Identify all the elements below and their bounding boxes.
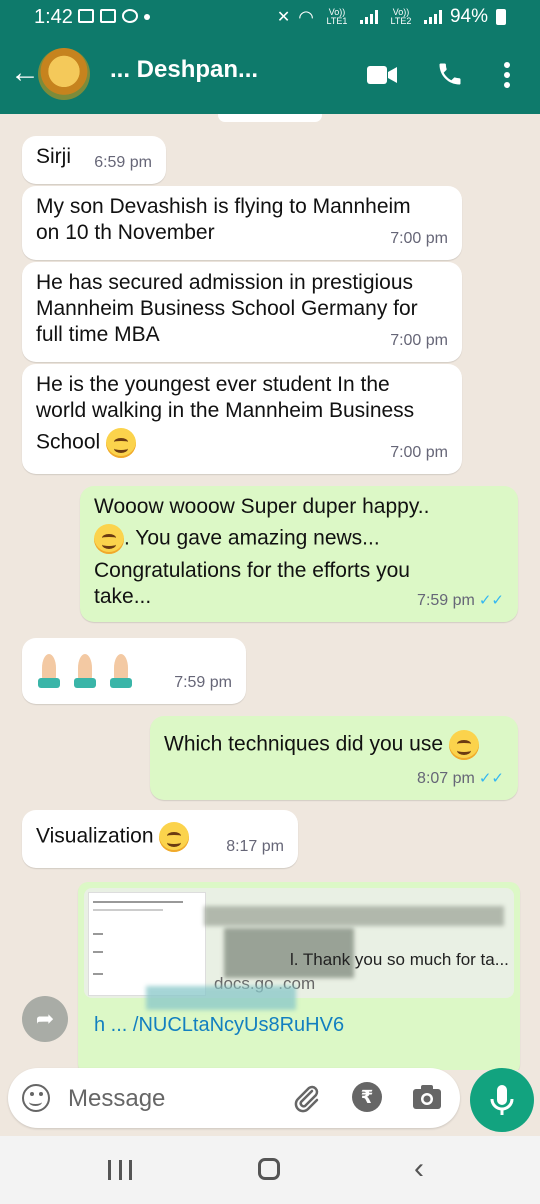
video-call-icon[interactable] (367, 64, 397, 86)
message-bubble-incoming[interactable]: Sirji 6:59 pm (22, 136, 166, 184)
folded-hands-emoji-icon (108, 654, 134, 690)
message-text: He has secured admission in prestigious … (36, 271, 418, 346)
mute-icon: ✕ (276, 9, 291, 26)
message-bubble-incoming[interactable]: My son Devashish is flying to Mannheim o… (22, 186, 462, 260)
battery-icon (496, 9, 506, 25)
redaction-mark (204, 906, 504, 926)
link-title: l. Thank you so much for ta... (290, 950, 509, 969)
message-text: My son Devashish is flying to Mannheim o… (36, 195, 411, 244)
signal2-icon (423, 10, 442, 24)
message-text: Which techniques did you use (164, 730, 479, 760)
message-text: Visualization (36, 822, 190, 852)
status-right: ✕ ◠ Vo)) LTE1 Vo)) LTE2 94% (277, 6, 506, 28)
message-bubble-incoming[interactable]: He has secured admission in prestigious … (22, 262, 462, 362)
read-ticks-icon: ✓✓ (478, 770, 504, 787)
emoji-row (36, 654, 134, 690)
status-bar: 1:42 ✕ ◠ Vo)) LTE1 Vo)) LTE2 94% (0, 0, 540, 34)
alarm-icon (122, 9, 138, 23)
message-text: Wooow wooow Super duper happy.. . You ga… (94, 495, 430, 608)
message-bubble-outgoing[interactable]: Which techniques did you use 8:07 pm ✓✓ (150, 716, 518, 800)
message-time: 7:00 pm (390, 444, 448, 461)
calendar-notification-icon (100, 9, 116, 23)
message-input[interactable] (66, 1082, 270, 1116)
folded-hands-emoji-icon (36, 654, 62, 690)
link-preview-card[interactable]: l. Thank you so much for ta... docs.go .… (84, 888, 514, 998)
sim1-label: Vo)) LTE1 (326, 7, 348, 26)
attach-icon[interactable] (290, 1082, 322, 1114)
message-bubble-outgoing[interactable]: Wooow wooow Super duper happy.. . You ga… (80, 486, 518, 622)
date-chip (218, 114, 322, 122)
smiling-emoji-icon (448, 730, 479, 760)
mic-button[interactable] (470, 1068, 534, 1132)
document-thumbnail (88, 892, 206, 996)
back-chevron-icon[interactable]: ‹ (414, 1154, 424, 1184)
recent-apps-icon[interactable] (108, 1160, 132, 1180)
message-time: 7:59 pm (174, 674, 232, 691)
message-time: 7:59 pm ✓✓ (417, 588, 504, 614)
wifi-icon: ◠ (298, 6, 314, 27)
battery-percent: 94% (449, 6, 488, 27)
rupee-payment-icon[interactable]: ₹ (352, 1082, 382, 1112)
message-time: 7:00 pm (390, 332, 448, 349)
message-time: 7:00 pm (390, 230, 448, 247)
message-text: Sirji (36, 145, 71, 168)
system-navigation-bar: ‹ (0, 1136, 540, 1204)
message-text: He is the youngest ever student In the w… (36, 372, 414, 458)
emoji-icon[interactable] (22, 1084, 50, 1112)
redaction-mark (146, 986, 296, 1010)
message-time: 8:17 pm (226, 838, 284, 855)
forward-share-icon[interactable]: ➦ (22, 996, 68, 1042)
signal1-icon (359, 10, 378, 24)
home-icon[interactable] (258, 1158, 280, 1180)
link-url[interactable]: h ... /NUCLtaNcyUs8RuHV6 (94, 1014, 344, 1037)
more-notifications-dot-icon (144, 14, 150, 20)
message-composer: ₹ (8, 1068, 460, 1128)
read-ticks-icon: ✓✓ (478, 592, 504, 609)
folded-hands-emoji-icon (72, 654, 98, 690)
smiling-emoji-icon (106, 428, 137, 458)
notification-icons (78, 9, 150, 23)
smiling-emoji-icon (94, 524, 124, 554)
avatar[interactable] (38, 48, 90, 100)
chat-header: ← ... Deshpan... (0, 34, 540, 114)
back-arrow-icon[interactable]: ← (10, 58, 40, 88)
voice-call-icon[interactable] (436, 60, 464, 88)
gallery-notification-icon (78, 9, 94, 23)
message-bubble-incoming[interactable]: Visualization 8:17 pm (22, 810, 298, 868)
smiling-emoji-icon (159, 822, 190, 852)
message-time: 6:59 pm (94, 154, 152, 171)
mic-icon (490, 1085, 514, 1115)
message-time: 8:07 pm ✓✓ (417, 766, 504, 792)
camera-icon[interactable] (412, 1084, 442, 1110)
sim2-label: Vo)) LTE2 (390, 7, 412, 26)
more-options-icon[interactable] (502, 60, 512, 90)
contact-name[interactable]: ... Deshpan... (110, 56, 340, 84)
status-time: 1:42 (34, 6, 73, 28)
message-bubble-incoming[interactable]: 7:59 pm (22, 638, 246, 704)
message-bubble-incoming[interactable]: He is the youngest ever student In the w… (22, 364, 462, 474)
